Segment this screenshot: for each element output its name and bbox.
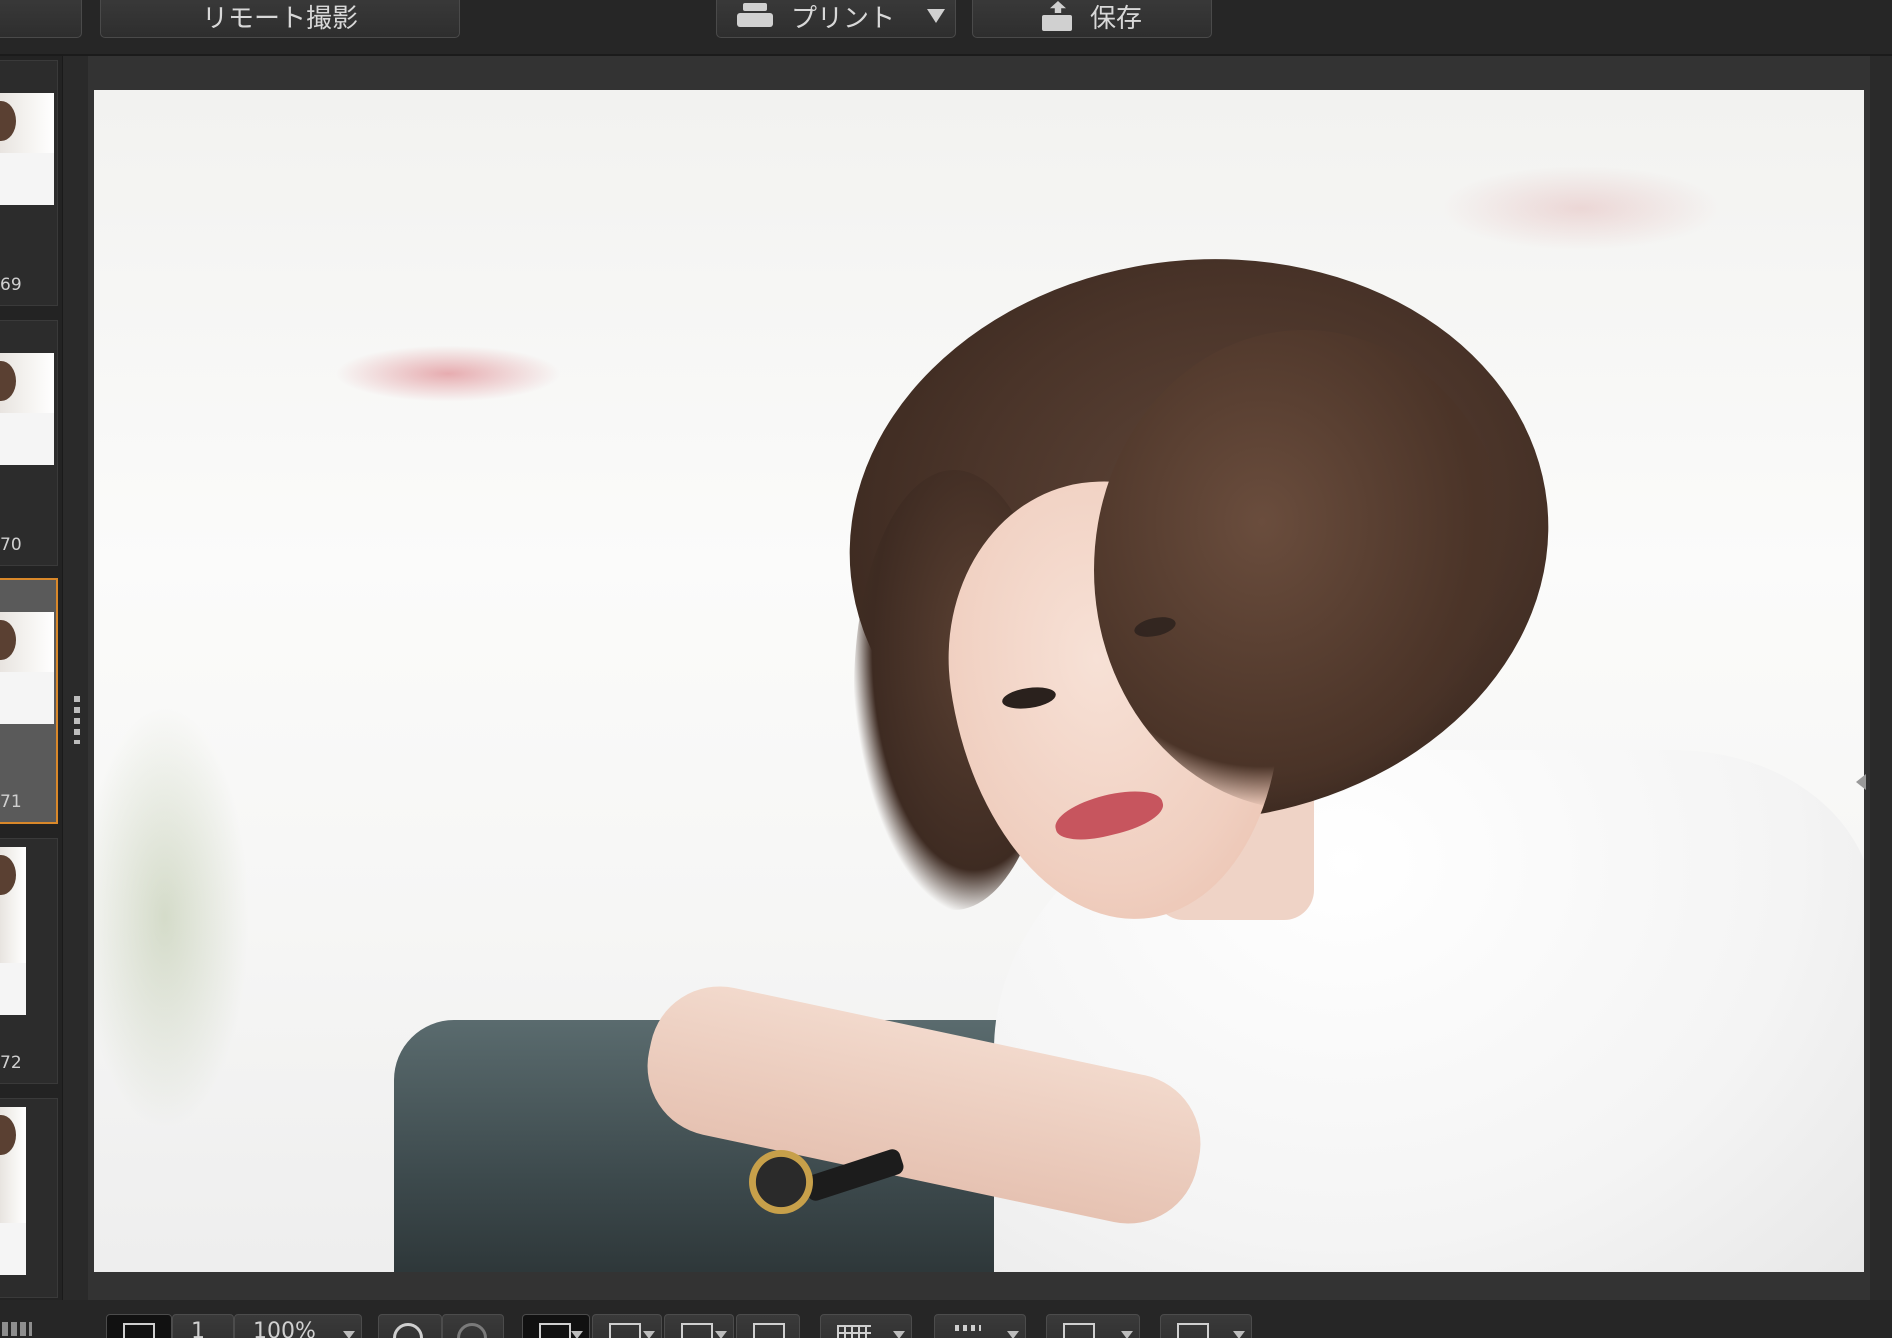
- focus-points-button[interactable]: [934, 1314, 1026, 1338]
- print-label: プリント: [790, 3, 895, 34]
- film-item-number: 72: [0, 1053, 22, 1073]
- chevron-down-icon: [643, 1331, 655, 1338]
- thumbnail-shirt: [0, 672, 54, 724]
- edit-mode-button[interactable]: [522, 1314, 590, 1338]
- film-item[interactable]: 72: [0, 838, 58, 1084]
- thumbnail-hair: [0, 1115, 16, 1155]
- rotate-right-button[interactable]: [442, 1314, 504, 1338]
- chevron-down-icon: [1233, 1331, 1245, 1338]
- thumbnail-hair: [0, 361, 16, 401]
- printer-icon: [736, 3, 773, 29]
- film-item[interactable]: [0, 1098, 58, 1298]
- chevron-down-icon: [715, 1331, 727, 1338]
- grid-overlay-button[interactable]: [820, 1314, 912, 1338]
- film-item-number: 70: [0, 535, 22, 555]
- fit-to-window-button[interactable]: [106, 1314, 172, 1338]
- actual-size-button[interactable]: 1: [172, 1314, 234, 1338]
- highlight-warning-icon: [1063, 1323, 1095, 1338]
- thumbnail-hair: [0, 101, 16, 141]
- highlight-warning-button[interactable]: [1046, 1314, 1140, 1338]
- chevron-down-icon: [343, 1331, 355, 1338]
- photo-hair-front: [1094, 330, 1514, 810]
- edit-icon: [539, 1323, 571, 1338]
- thumbnail-image: [0, 353, 54, 465]
- thumbnail-hair: [0, 855, 16, 895]
- chevron-down-icon: [893, 1331, 905, 1338]
- thumbnail-image: [0, 93, 54, 205]
- print-button[interactable]: プリント: [716, 0, 956, 38]
- thumbnail-shirt: [0, 153, 54, 205]
- film-item[interactable]: 70: [0, 320, 58, 566]
- remote-capture-button[interactable]: リモート撮影: [100, 0, 460, 38]
- save-button[interactable]: 保存: [972, 0, 1212, 38]
- single-view-button[interactable]: [592, 1314, 662, 1338]
- thumbnail-image: [0, 612, 54, 724]
- single-view-icon: [609, 1323, 641, 1338]
- compare-view-icon: [681, 1323, 713, 1338]
- zoom-level-label: 100%: [253, 1319, 316, 1338]
- save-icon: [1041, 1, 1072, 31]
- info-icon: [1177, 1323, 1209, 1338]
- filmstrip-panel[interactable]: 69 70 71 72: [0, 56, 63, 1318]
- bottom-toolbar: 1 100%: [0, 1300, 1892, 1338]
- film-item-number: 69: [0, 275, 22, 295]
- split-view-button[interactable]: [736, 1314, 800, 1338]
- info-display-button[interactable]: [1160, 1314, 1252, 1338]
- left-partial-button[interactable]: [0, 0, 82, 38]
- chevron-down-icon: [1007, 1331, 1019, 1338]
- thumbnail-shirt: [0, 963, 26, 1015]
- thumbnail-shirt: [0, 413, 54, 465]
- app-window: リモート撮影 プリント 保存 69 70 71 72 1 100%: [0, 0, 1892, 1338]
- thumbnail-shirt: [0, 1223, 26, 1275]
- chevron-down-icon: [1121, 1331, 1133, 1338]
- chevron-down-icon: [571, 1331, 583, 1338]
- panel-resize-handle[interactable]: [74, 696, 80, 744]
- top-toolbar: リモート撮影 プリント 保存: [0, 0, 1892, 56]
- view-mode-selector[interactable]: [0, 1316, 62, 1338]
- actual-size-label: 1: [191, 1319, 205, 1338]
- film-item-number: 71: [0, 792, 22, 812]
- print-dropdown-arrow-icon[interactable]: [927, 9, 945, 23]
- split-view-icon: [753, 1323, 785, 1338]
- photo-watch: [749, 1150, 813, 1214]
- rotate-left-button[interactable]: [378, 1314, 442, 1338]
- fit-screen-icon: [123, 1323, 155, 1338]
- remote-capture-label: リモート撮影: [201, 3, 358, 34]
- film-item-selected[interactable]: 71: [0, 578, 58, 824]
- grid-view-icon: [2, 1322, 32, 1336]
- zoom-select[interactable]: 100%: [234, 1314, 362, 1338]
- thumbnail-image: [0, 847, 26, 1015]
- film-item[interactable]: 69: [0, 60, 58, 306]
- main-photo[interactable]: [94, 90, 1864, 1272]
- collapse-right-panel-icon[interactable]: [1856, 774, 1866, 790]
- compare-view-button[interactable]: [664, 1314, 734, 1338]
- grid-icon: [837, 1325, 871, 1338]
- rotate-right-icon: [457, 1323, 487, 1338]
- thumbnail-hair: [0, 620, 16, 660]
- save-label: 保存: [1089, 3, 1142, 34]
- focus-points-icon: [955, 1325, 981, 1331]
- rotate-left-icon: [393, 1323, 423, 1338]
- thumbnail-image: [0, 1107, 26, 1275]
- image-viewer[interactable]: [88, 56, 1870, 1318]
